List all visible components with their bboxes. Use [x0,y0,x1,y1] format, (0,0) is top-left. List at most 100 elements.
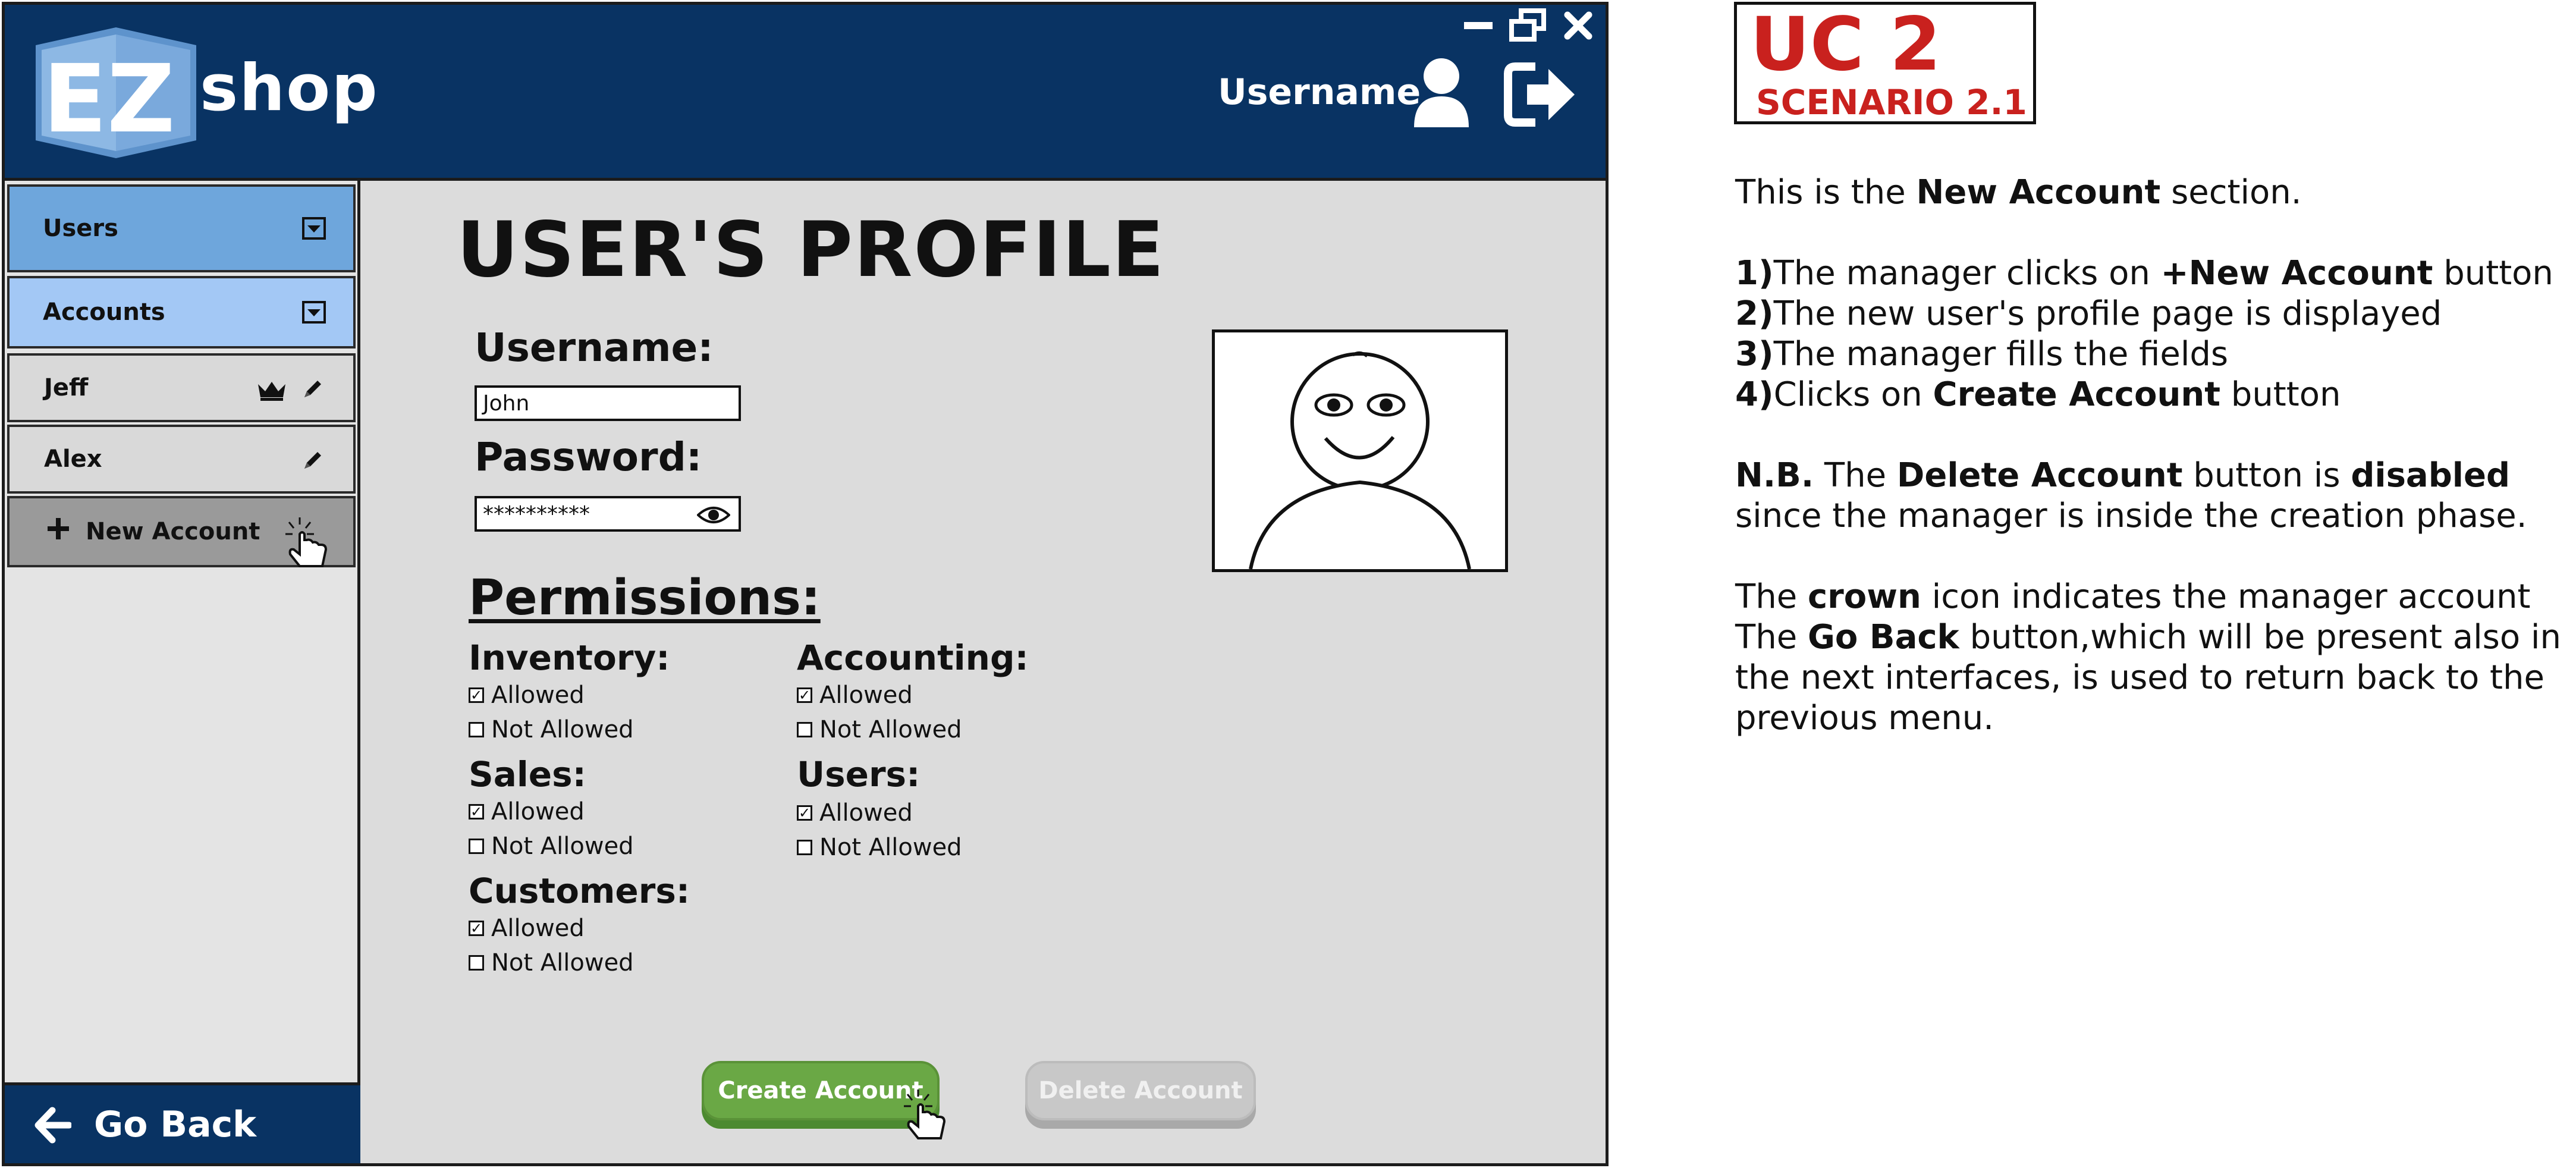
user-icon[interactable] [1412,57,1471,131]
dropdown-icon[interactable] [302,301,326,324]
checkbox-checked-icon[interactable]: ✓ [469,804,484,820]
customers-allowed-option[interactable]: ✓ Allowed [469,915,585,942]
note-bold: New Account [1916,173,2161,212]
checkbox-icon[interactable] [797,840,812,855]
create-account-label: Create Account [718,1077,923,1104]
pencil-icon[interactable] [301,448,325,478]
avatar-icon [1249,351,1471,569]
note-text: since the manager is inside the creation… [1735,497,2527,535]
inventory-not-allowed-option[interactable]: Not Allowed [469,716,634,743]
step-line: 2)The new user's profile page is display… [1735,294,2568,334]
scenario-label: SCENARIO 2.1 [1756,82,2027,123]
option-label: Not Allowed [491,949,634,977]
go-back-note: The Go Back button,which will be present… [1735,617,2568,739]
sales-not-allowed-option[interactable]: Not Allowed [469,833,634,860]
logo-text: shop [200,51,379,125]
checkbox-checked-icon[interactable]: ✓ [797,687,812,703]
accounting-allowed-option[interactable]: ✓ Allowed [797,682,913,709]
step-line: 4)Clicks on Create Account button [1735,375,2568,415]
note-text: button [2220,375,2341,414]
inventory-allowed-option[interactable]: ✓ Allowed [469,682,585,709]
use-case-title: UC 2 [1750,2,1942,87]
nb-note: N.B. The Delete Account button is disabl… [1735,456,2568,536]
note-text: The [1735,618,1808,657]
checkbox-checked-icon[interactable]: ✓ [797,805,812,821]
pencil-icon[interactable] [301,377,325,407]
sidebar-item-label: Accounts [43,299,165,326]
delete-account-label: Delete Account [1038,1077,1243,1104]
note-bold: Create Account [1933,375,2220,414]
scenario-notes: This is the New Account section. 1)The m… [1735,172,2568,739]
logout-icon[interactable] [1503,62,1577,130]
option-label: Allowed [491,798,585,825]
note-text: button is [2182,456,2351,495]
restore-icon[interactable] [1509,8,1547,45]
checkbox-checked-icon[interactable]: ✓ [469,687,484,703]
account-name: Jeff [44,374,89,401]
option-label: Allowed [491,682,585,709]
step-number: 2) [1735,294,1774,333]
delete-account-button: Delete Account [1025,1061,1256,1120]
password-field-label: Password: [475,434,702,480]
password-input[interactable]: ********** [475,496,741,532]
step-line: 1)The manager clicks on +New Account but… [1735,253,2568,294]
note-bold: Go Back [1807,618,1959,657]
crown-note: The crown icon indicates the manager acc… [1735,577,2568,617]
account-name: Alex [44,445,102,473]
option-label: Not Allowed [491,716,634,743]
checkbox-icon[interactable] [797,722,812,737]
note-bold: crown [1807,577,1921,616]
checkbox-icon[interactable] [469,722,484,737]
customers-not-allowed-option[interactable]: Not Allowed [469,949,634,977]
minimize-icon[interactable] [1464,20,1493,34]
checkbox-icon[interactable] [469,839,484,854]
option-label: Not Allowed [819,834,962,861]
username-label: Username [1218,71,1421,113]
note-text: The [1735,577,1808,616]
sidebar-item-users[interactable]: Users [7,184,356,272]
note-bold: Delete Account [1896,456,2183,495]
option-label: Allowed [491,915,585,942]
note-text: The manager fills the fields [1773,335,2229,373]
sidebar: Users Accounts Jeff Alex New Account Go … [5,181,360,1163]
top-bar: EZ shop Username [5,5,1606,181]
username-input[interactable]: John [475,385,741,421]
username-input-value: John [483,391,530,416]
note-text: This is the [1735,173,1917,212]
sidebar-item-accounts[interactable]: Accounts [7,276,356,348]
note-text: button [2433,254,2553,293]
go-back-button[interactable]: Go Back [5,1082,360,1163]
arrow-left-icon [34,1107,73,1153]
permission-heading-accounting: Accounting: [797,638,1029,678]
click-cursor-icon [894,1087,960,1147]
note-text: Clicks on [1773,375,1933,414]
dropdown-icon[interactable] [302,217,326,240]
new-account-button[interactable]: New Account [7,496,356,567]
option-label: Not Allowed [491,833,634,860]
username-field-label: Username: [475,325,714,371]
checkbox-icon[interactable] [469,955,484,971]
go-back-label: Go Back [94,1103,257,1145]
profile-picture[interactable] [1212,329,1508,572]
logo-letters: EZ [43,45,175,154]
note-text: The [1814,456,1897,495]
window-controls [1464,8,1592,45]
note-bold: +New Account [2160,254,2433,293]
checkbox-checked-icon[interactable]: ✓ [469,921,484,936]
sales-allowed-option[interactable]: ✓ Allowed [469,798,585,825]
users-not-allowed-option[interactable]: Not Allowed [797,834,962,861]
eye-icon[interactable] [696,505,731,530]
step-number: 4) [1735,375,1774,414]
password-input-value: ********** [483,501,590,526]
note-text: The manager clicks on [1773,254,2161,293]
permission-heading-sales: Sales: [469,754,586,795]
users-allowed-option[interactable]: ✓ Allowed [797,799,913,827]
account-item-jeff[interactable]: Jeff [7,353,356,422]
accounting-not-allowed-option[interactable]: Not Allowed [797,716,962,743]
account-item-alex[interactable]: Alex [7,425,356,494]
new-account-label: New Account [86,518,260,545]
ezshop-logo[interactable]: EZ shop [36,27,378,158]
close-icon[interactable] [1564,11,1592,42]
option-label: Allowed [819,682,913,709]
permission-heading-customers: Customers: [469,871,690,911]
